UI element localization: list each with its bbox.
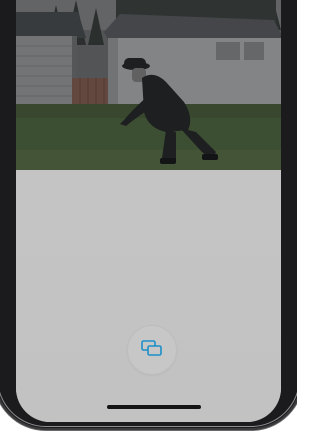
screen-mirror-icon bbox=[141, 339, 163, 361]
app-screenshot bbox=[0, 0, 297, 434]
video-player[interactable] bbox=[16, 0, 281, 170]
video-frame bbox=[16, 0, 281, 170]
phone-screen bbox=[16, 0, 281, 422]
screen-background bbox=[16, 170, 281, 422]
home-indicator[interactable] bbox=[107, 405, 201, 409]
screen-mirror-button[interactable] bbox=[128, 326, 176, 374]
